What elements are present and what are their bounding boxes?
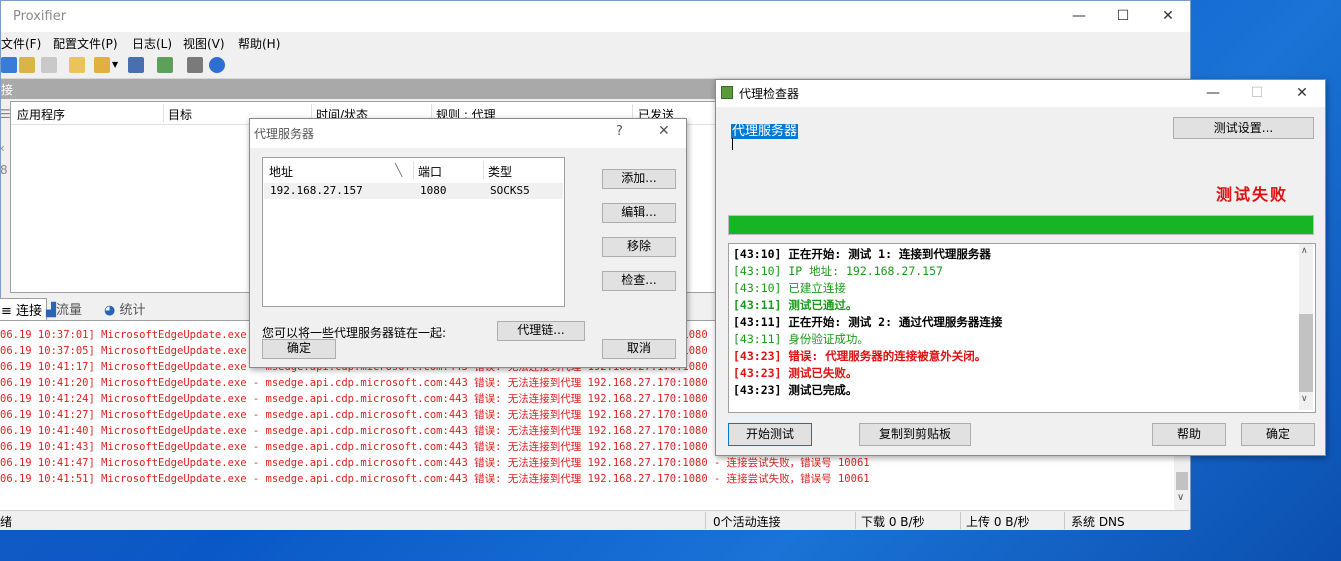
- proxy-list[interactable]: 地址 ╲ 端口 类型 192.168.27.157 1080 SOCKS5: [262, 157, 565, 307]
- dns-icon[interactable]: [41, 57, 57, 73]
- log-line: 06.19 10:41:47] MicrosoftEdgeUpdate.exe …: [0, 457, 870, 469]
- text-caret: [732, 138, 733, 150]
- status-download: 下载 0 B/秒: [861, 515, 925, 529]
- checker-log[interactable]: [43:10] 正在开始: 测试 1: 连接到代理服务器 [43:10] IP 地…: [728, 243, 1316, 413]
- menu-help[interactable]: 帮助(H): [238, 35, 280, 52]
- connections-icon[interactable]: [1, 57, 17, 73]
- col-address[interactable]: 地址: [269, 163, 293, 180]
- copy-to-clipboard-button[interactable]: 复制到剪贴板: [859, 423, 971, 446]
- minimize-icon[interactable]: —: [1056, 1, 1102, 32]
- status-active-connections: 0个活动连接: [713, 515, 781, 529]
- proxy-chain-button[interactable]: 代理链...: [497, 321, 585, 341]
- log-line: 06.19 10:41:51] MicrosoftEdgeUpdate.exe …: [0, 473, 870, 485]
- maximize-icon[interactable]: ☐: [1100, 1, 1146, 32]
- close-icon[interactable]: ✕: [1279, 80, 1325, 107]
- remove-button[interactable]: 移除: [602, 237, 676, 257]
- scroll-thumb[interactable]: [1176, 472, 1188, 490]
- connections-side-icons: ☰ ‹ 8: [0, 107, 11, 177]
- close-icon[interactable]: ✕: [658, 123, 670, 139]
- scroll-down-icon[interactable]: ∨: [1301, 394, 1308, 404]
- proxy-servers-dialog: 代理服务器 ? ✕ 地址 ╲ 端口 类型 192.168.27.157 1080…: [249, 118, 687, 368]
- checker-log-line: [43:23] 测试已完成。: [733, 383, 858, 397]
- export-icon[interactable]: [157, 57, 173, 73]
- proxy-port: 1080: [420, 184, 447, 197]
- tab-connections[interactable]: ≡ 连接: [0, 298, 48, 320]
- progress-fill: [729, 216, 1313, 234]
- status-ready: 绪: [0, 515, 13, 529]
- col-application[interactable]: 应用程序: [17, 106, 65, 123]
- about-icon[interactable]: [209, 57, 225, 73]
- ok-button[interactable]: 确定: [262, 339, 336, 359]
- checker-log-line: [43:11] 身份验证成功。: [733, 332, 869, 346]
- scroll-up-icon[interactable]: ∧: [1301, 246, 1308, 256]
- menu-profile[interactable]: 配置文件(P): [53, 35, 118, 52]
- checker-log-line: [43:11] 正在开始: 测试 2: 通过代理服务器连接: [733, 315, 1003, 329]
- status-upload: 上传 0 B/秒: [966, 515, 1030, 529]
- start-test-button[interactable]: 开始测试: [728, 423, 812, 446]
- proxy-checker-window: 代理检查器 — ☐ ✕ 代理服务器 测试设置... 测试失败 [43:10] 正…: [715, 79, 1326, 456]
- menu-file[interactable]: 文件(F): [1, 35, 41, 52]
- toolbar: ▼: [1, 53, 1190, 79]
- checker-log-line: [43:11] 测试已通过。: [733, 298, 858, 312]
- proxy-icon[interactable]: [19, 57, 35, 73]
- new-profile-icon[interactable]: [69, 57, 85, 73]
- edit-button[interactable]: 编辑...: [602, 203, 676, 223]
- progress-bar: [728, 215, 1314, 235]
- maximize-icon: ☐: [1250, 85, 1264, 101]
- add-button[interactable]: 添加...: [602, 169, 676, 189]
- checker-title-bar[interactable]: 代理检查器 — ☐ ✕: [716, 80, 1325, 107]
- status-bar: 绪 0个活动连接 下载 0 B/秒 上传 0 B/秒 系统 DNS: [0, 510, 1189, 530]
- checker-log-line: [43:10] 已建立连接: [733, 281, 846, 295]
- tab-statistics[interactable]: ◕ 统计: [100, 298, 150, 319]
- scroll-down-icon[interactable]: ∨: [1177, 492, 1184, 503]
- test-result-label: 测试失败: [1216, 185, 1289, 204]
- main-window-title: Proxifier: [13, 9, 67, 24]
- main-title-bar[interactable]: Proxifier — ☐ ✕: [1, 1, 1190, 32]
- checker-log-line: [43:23] 错误: 代理服务器的连接被意外关闭。: [733, 349, 987, 363]
- minimize-icon[interactable]: —: [1190, 80, 1236, 107]
- menu-bar: 文件(F) 配置文件(P) 日志(L) 视图(V) 帮助(H): [1, 32, 1190, 53]
- checker-log-line: [43:10] 正在开始: 测试 1: 连接到代理服务器: [733, 247, 991, 261]
- checker-log-line: [43:23] 测试已失败。: [733, 366, 858, 380]
- sort-icon: ╲: [395, 163, 403, 177]
- test-settings-button[interactable]: 测试设置...: [1173, 117, 1314, 139]
- close-icon[interactable]: ✕: [1145, 1, 1191, 32]
- tab-traffic[interactable]: ▟流量: [42, 298, 86, 319]
- print-icon[interactable]: [187, 57, 203, 73]
- col-type[interactable]: 类型: [488, 163, 512, 180]
- proxy-type: SOCKS5: [490, 184, 530, 197]
- open-profile-icon[interactable]: [94, 57, 110, 73]
- save-icon[interactable]: [128, 57, 144, 73]
- checker-log-line: [43:10] IP 地址: 192.168.27.157: [733, 264, 943, 278]
- proxy-dialog-title: 代理服务器: [254, 127, 315, 141]
- pie-icon: ◕: [104, 303, 116, 318]
- cancel-button[interactable]: 取消: [602, 339, 676, 359]
- scroll-thumb[interactable]: [1299, 314, 1313, 392]
- help-button[interactable]: 帮助: [1152, 423, 1226, 446]
- section-label: 接: [1, 83, 14, 97]
- menu-view[interactable]: 视图(V): [183, 35, 225, 52]
- checker-title: 代理检查器: [739, 87, 800, 101]
- target-field[interactable]: 代理服务器: [731, 120, 851, 150]
- ok-button[interactable]: 确定: [1241, 423, 1315, 446]
- proxy-row[interactable]: 192.168.27.157 1080 SOCKS5: [264, 183, 563, 199]
- proxy-dialog-title-bar[interactable]: 代理服务器 ? ✕: [250, 119, 686, 148]
- help-icon[interactable]: ?: [616, 124, 623, 139]
- menu-log[interactable]: 日志(L): [132, 35, 172, 52]
- checker-app-icon: [721, 86, 733, 99]
- status-dns: 系统 DNS: [1071, 515, 1125, 529]
- checker-log-scrollbar[interactable]: ∧ ∨: [1299, 244, 1313, 410]
- dropdown-arrow-icon[interactable]: ▼: [112, 57, 120, 73]
- col-target[interactable]: 目标: [168, 106, 192, 123]
- target-value: 代理服务器: [731, 124, 799, 139]
- col-port[interactable]: 端口: [418, 163, 442, 180]
- chart-icon: ▟: [46, 303, 56, 318]
- proxy-address: 192.168.27.157: [270, 184, 363, 197]
- check-button[interactable]: 检查...: [602, 271, 676, 291]
